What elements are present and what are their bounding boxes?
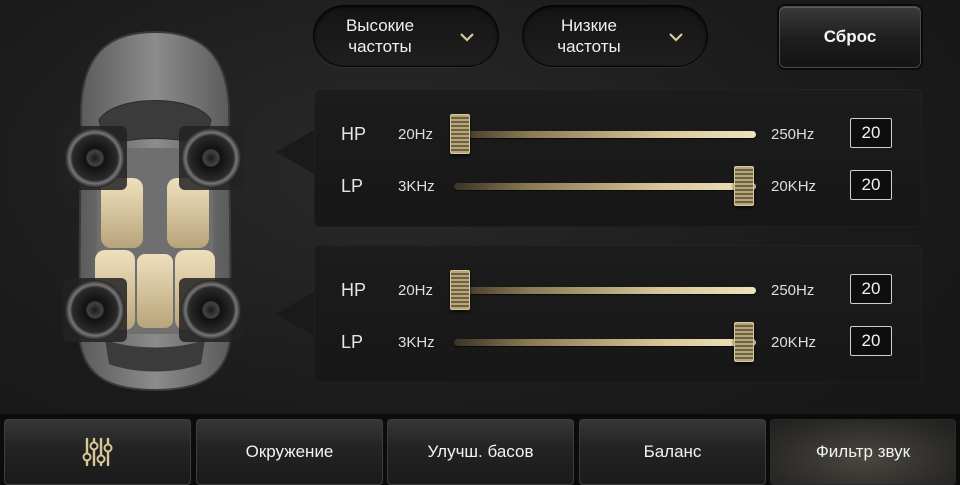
lp-label: LP (341, 176, 364, 196)
tab-surround[interactable]: Окружение (196, 419, 383, 485)
audio-filter-screen: Высокие частоты Низкие частоты Сброс HP … (0, 0, 960, 485)
rear-hp-value-box[interactable]: 20 (850, 274, 892, 304)
speaker-front-right-icon (179, 126, 243, 190)
front-hp-slider-thumb[interactable] (450, 114, 471, 154)
car-top-view-icon (63, 30, 243, 392)
high-frequency-dropdown-label: Высокие частоты (345, 16, 415, 56)
lp-label: LP (341, 332, 364, 352)
front-hp-slider-track[interactable] (450, 114, 756, 154)
rear-hp-slider-track[interactable] (450, 270, 756, 310)
speaker-rear-left-icon (63, 278, 127, 342)
front-speakers-filter-panel: HP 20Hz 250Hz 20 LP 3KHz 20KHz 20 (276, 89, 922, 227)
speaker-rear-right-icon (179, 278, 243, 342)
rear-lp-slider-track[interactable] (454, 322, 756, 362)
low-frequency-dropdown-label: Низкие частоты (557, 16, 621, 56)
hp-max-label: 250Hz (771, 126, 815, 143)
lp-min-label: 3KHz (398, 334, 435, 351)
high-frequency-dropdown[interactable]: Высокие частоты (313, 5, 499, 67)
rear-lp-row: LP 3KHz 20KHz 20 (314, 322, 922, 362)
chevron-down-icon (460, 33, 474, 42)
tab-equalizer[interactable] (4, 419, 191, 485)
rear-lp-value-box[interactable]: 20 (850, 326, 892, 356)
hp-label: HP (341, 280, 367, 300)
chevron-down-icon (669, 33, 683, 42)
car-illustration (55, 28, 255, 396)
lp-max-label: 20KHz (771, 178, 817, 195)
bottom-tab-bar: Окружение Улучш. басов Баланс Фильтр зву… (0, 414, 960, 485)
rear-lp-slider-thumb[interactable] (733, 322, 754, 362)
front-lp-slider-track[interactable] (454, 166, 756, 206)
front-lp-row: LP 3KHz 20KHz 20 (314, 166, 922, 206)
tab-sound-filter[interactable]: Фильтр звук (770, 419, 956, 485)
front-hp-value-box[interactable]: 20 (850, 118, 892, 148)
panel-pointer (276, 292, 314, 336)
rear-hp-slider-thumb[interactable] (450, 270, 471, 310)
low-frequency-dropdown[interactable]: Низкие частоты (522, 5, 708, 67)
hp-min-label: 20Hz (398, 126, 434, 143)
front-hp-row: HP 20Hz 250Hz 20 (314, 114, 922, 154)
tab-bass-boost[interactable]: Улучш. басов (387, 419, 574, 485)
hp-label: HP (341, 124, 367, 144)
panel-pointer (276, 130, 314, 174)
front-lp-value-box[interactable]: 20 (850, 170, 892, 200)
lp-min-label: 3KHz (398, 178, 435, 195)
speaker-front-left-icon (63, 126, 127, 190)
tab-balance[interactable]: Баланс (579, 419, 766, 485)
rear-hp-row: HP 20Hz 250Hz 20 (314, 270, 922, 310)
hp-min-label: 20Hz (398, 282, 434, 299)
rear-speakers-filter-panel: HP 20Hz 250Hz 20 LP 3KHz 20KHz 20 (276, 245, 922, 383)
lp-max-label: 20KHz (771, 334, 817, 351)
equalizer-icon (82, 437, 112, 467)
reset-button[interactable]: Сброс (779, 6, 921, 68)
hp-max-label: 250Hz (771, 282, 815, 299)
front-lp-slider-thumb[interactable] (733, 166, 754, 206)
